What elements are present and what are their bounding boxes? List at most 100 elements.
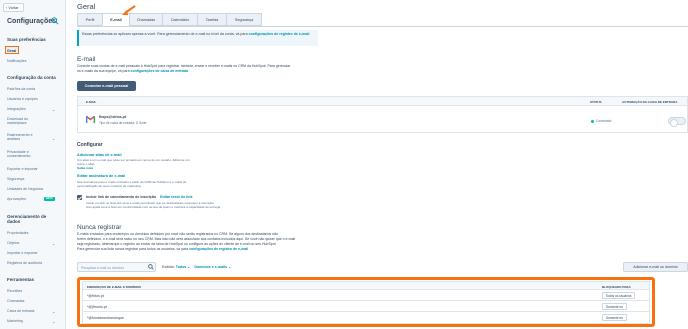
email-desc-line2: os e-mails da sua equipe, vá para config… — [77, 69, 188, 74]
sidebar-title: Configurações — [7, 18, 57, 25]
sidebar-item-auditoria[interactable]: Registros de auditoria — [7, 261, 42, 265]
inbox-status: Conectado — [596, 119, 612, 123]
connect-email-button[interactable]: Conectar e-mail pessoal — [77, 81, 136, 91]
sidebar-item-notificacoes[interactable]: Notificações — [7, 59, 27, 63]
filter-type-value: Domínios e e-mails — [194, 265, 228, 269]
chevron-down-icon[interactable]: ⌄ — [52, 241, 55, 246]
sidebar-item-geral[interactable]: Geral — [5, 46, 19, 54]
config-section-title: Configurar — [77, 142, 103, 148]
sidebar-item-privacidade[interactable]: Privacidade e consentimento — [7, 150, 45, 158]
sidebar-section-tools: Ferramentas — [7, 277, 35, 282]
tab-calendario[interactable]: Calendário — [162, 13, 197, 26]
sidebar-item-usuarios[interactable]: Usuários e equipes — [7, 97, 38, 101]
filter-label: Exibido: — [162, 265, 175, 269]
sidebar-item-chamadas[interactable]: Chamadas — [7, 299, 24, 303]
col-email: E-MAIL — [86, 100, 97, 104]
unsubscribe-label: Incluir link de cancelamento de inscriçã… — [86, 195, 192, 199]
alias-learn-more-link[interactable]: Saiba mais — [77, 166, 93, 170]
sidebar-item-marketing[interactable]: Marketing — [7, 319, 23, 323]
tab-tarefas[interactable]: Tarefas — [197, 13, 226, 26]
never-log-table: ENDEREÇOS DE E-MAIL E DOMÍNIOS BLOQUEADO… — [82, 281, 650, 324]
row-email: *@jfmorio.pt — [87, 304, 107, 309]
automation-toggle[interactable] — [668, 117, 686, 127]
row-email: *@fritos.pt — [87, 293, 104, 298]
filter-all-value: Todos — [175, 265, 187, 269]
sidebar-item-objetos[interactable]: Objetos — [7, 241, 19, 245]
sidebar-item-caixa[interactable]: Caixa de entrada — [7, 309, 34, 313]
inbox-type: Tipo de caixa de entrada: G Suite — [99, 121, 147, 125]
blocked-for-button[interactable]: Somente eu — [602, 314, 627, 321]
sidebar-item-seguranca[interactable]: Segurança — [7, 177, 24, 181]
sidebar-item-importar[interactable]: Importar e exportar — [7, 251, 38, 255]
never-log-title: Nunca registrar — [77, 224, 122, 231]
main-content: Geral Perfil E-mail Chamadas Calendário … — [66, 0, 688, 329]
filter-bar: Exibido: Todos ⌄ Domínios e e-mails ⌄ — [162, 265, 231, 269]
email-section-title: E-mail — [77, 56, 96, 63]
tab-divider — [77, 26, 688, 27]
sidebar-item-reunioes[interactable]: Reuniões — [7, 289, 22, 293]
email-log-settings-link[interactable]: configurações de registro de e-mail — [189, 247, 248, 251]
never-log-table-header: ENDEREÇOS DE E-MAIL E DOMÍNIOS BLOQUEADO… — [83, 282, 649, 290]
filter-type-dropdown[interactable]: Domínios e e-mails ⌄ — [194, 265, 231, 269]
gmail-icon — [86, 116, 95, 123]
col-status: STATUS — [590, 100, 602, 104]
unsubscribe-desc-line2: Isso ajuda você a ficar em conformidade … — [86, 205, 221, 209]
never-desc-line4: Para gerenciar sua lista nunca registrar… — [77, 247, 248, 252]
blocked-for-button[interactable]: Todos os usuários — [602, 292, 635, 299]
sidebar-item-exportar[interactable]: Exportar e importar — [7, 167, 38, 171]
inbox-email-address[interactable]: fbsps@sirios.pt — [99, 115, 126, 119]
notice-link[interactable]: configurações de registro de e-mail — [249, 32, 310, 36]
back-label: Voltar — [8, 5, 19, 10]
sidebar-item-aprovacoes[interactable]: Aprovações — [7, 197, 26, 201]
sidebar-section-preferences: Suas preferências — [7, 37, 46, 42]
status-dot-icon — [591, 120, 594, 123]
edit-signature-link[interactable]: Editar assinatura de e-mail — [77, 174, 125, 178]
inbox-settings-link[interactable]: configurações de caixa de entrada — [131, 69, 188, 73]
tab-seguranca[interactable]: Segurança — [226, 13, 262, 26]
search-icon[interactable] — [148, 264, 154, 270]
blocked-for-button[interactable]: Somente eu — [602, 303, 627, 310]
sidebar-section-account: Configuração da conta — [7, 75, 56, 80]
never-log-search-input[interactable]: Pesquisar e-mail ou domínio — [77, 262, 156, 272]
filter-all-dropdown[interactable]: Todos ⌄ — [176, 265, 191, 269]
page-title: Geral — [77, 2, 96, 11]
unsubscribe-label-text: Incluir link de cancelamento de inscriçã… — [86, 195, 157, 199]
signature-desc-line2: personalização de seus modelos de market… — [77, 184, 141, 188]
sidebar-item-download[interactable]: Download do marketplace — [7, 117, 45, 125]
unsubscribe-desc: Incluir um link no final dos seus e-mail… — [86, 201, 276, 209]
unsubscribe-checkbox[interactable] — [77, 195, 82, 200]
tab-bar: Perfil E-mail Chamadas Calendário Tarefa… — [77, 13, 262, 26]
add-alias-link[interactable]: Adicionar alias de e-mail — [77, 153, 122, 157]
sidebar-item-rastreamento[interactable]: Rastreamento e análises — [7, 133, 45, 141]
sidebar-item-propriedades[interactable]: Propriedades — [7, 231, 28, 235]
connected-inbox-table: E-MAIL STATUS AUTOMAÇÃO DA CAIXA DE ENTR… — [77, 96, 688, 133]
table-row: *@fritos.pt Todos os usuários — [83, 290, 649, 301]
email-desc-text: os e-mails da sua equipe, vá para — [77, 69, 130, 73]
sidebar-item-unidades[interactable]: Unidades de Negócios — [7, 187, 43, 191]
sidebar-item-padroes[interactable]: Padrões da conta — [7, 87, 35, 91]
notice-suffix: . — [309, 32, 311, 36]
preferences-notice: Essas preferências se aplicam apenas a v… — [77, 30, 318, 46]
chevron-down-icon[interactable]: ⌄ — [52, 107, 55, 112]
beta-badge: BETA — [44, 197, 55, 201]
chevron-down-icon[interactable]: ⌄ — [52, 309, 55, 314]
never-desc-text: Para gerenciar sua lista nunca registrar… — [77, 247, 189, 251]
col-addresses: ENDEREÇOS DE E-MAIL E DOMÍNIOS — [87, 284, 141, 289]
inbox-table-header: E-MAIL STATUS AUTOMAÇÃO DA CAIXA DE ENTR… — [78, 97, 687, 106]
col-blocked-for: BLOQUEADO PARA — [602, 284, 631, 289]
table-row: *@fundamentoestoque Somente eu — [83, 312, 649, 323]
table-row: *@jfmorio.pt Somente eu — [83, 301, 649, 312]
settings-sidebar: ‹ Voltar Configurações Suas preferências… — [0, 0, 66, 329]
tab-perfil[interactable]: Perfil — [77, 13, 102, 26]
edit-link-text-link[interactable]: Editar texto do link — [160, 195, 192, 199]
back-arrow-icon: ‹ — [6, 5, 8, 10]
row-email: *@fundamentoestoque — [87, 315, 124, 320]
sidebar-item-integracoes[interactable]: Integrações — [7, 107, 26, 111]
notice-text: Essas preferências se aplicam apenas a v… — [82, 32, 249, 36]
chevron-down-icon[interactable]: ⌄ — [52, 319, 55, 324]
arrow-annotation-icon — [122, 5, 136, 15]
back-button[interactable]: ‹ Voltar — [3, 3, 24, 12]
search-icon[interactable] — [51, 17, 59, 25]
add-email-domain-button[interactable]: Adicionar e-mail ou domínio — [623, 262, 688, 272]
chevron-down-icon[interactable]: ⌄ — [52, 136, 55, 141]
